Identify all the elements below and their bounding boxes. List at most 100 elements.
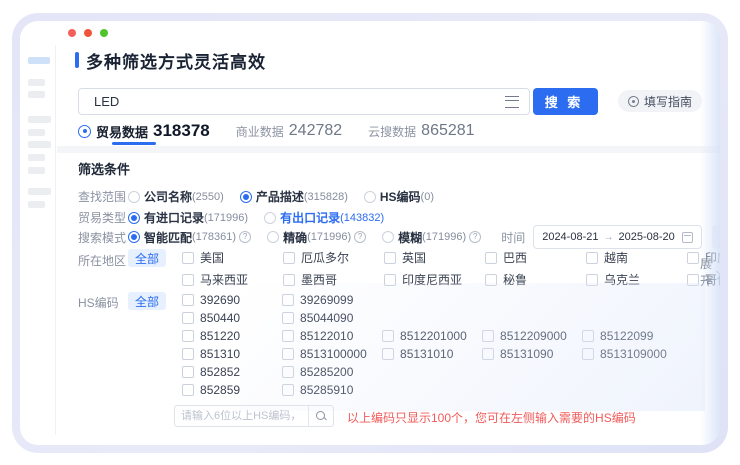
option-label: 有进口记录 bbox=[144, 209, 204, 226]
sidebar-skeleton-bar bbox=[28, 91, 45, 98]
checkbox-label: 851220 bbox=[200, 329, 240, 343]
window-frame: 多种筛选方式灵活高效 搜 索 填写指南 贸易数据 318378 商业数据 242… bbox=[12, 13, 728, 453]
radio-icon[interactable] bbox=[267, 231, 279, 243]
radio-option[interactable]: 精确 (171996) bbox=[267, 229, 366, 246]
filter-lines-icon[interactable] bbox=[505, 96, 519, 108]
traffic-light-red-icon[interactable] bbox=[68, 29, 76, 37]
fill-guide-button[interactable]: 填写指南 bbox=[618, 90, 702, 112]
option-count: (171996) bbox=[204, 212, 248, 224]
hs-all-chip[interactable]: 全部 bbox=[128, 292, 166, 310]
checkbox-icon[interactable] bbox=[384, 252, 396, 264]
option-label: 模糊 bbox=[398, 229, 422, 246]
search-magnifier-icon bbox=[316, 411, 325, 420]
calendar-icon[interactable] bbox=[682, 232, 693, 243]
checkbox-icon[interactable] bbox=[182, 312, 194, 324]
option-count: (0) bbox=[421, 191, 434, 203]
checkbox-icon[interactable] bbox=[182, 294, 194, 306]
sidebar-skeleton-bar bbox=[28, 167, 45, 174]
page-title: 多种筛选方式灵活高效 bbox=[86, 48, 266, 73]
tab[interactable]: 商业数据 242782 bbox=[236, 122, 342, 140]
checkbox-icon[interactable] bbox=[182, 252, 194, 264]
region-all-chip[interactable]: 全部 bbox=[128, 249, 166, 267]
tab[interactable]: 贸易数据 318378 bbox=[78, 121, 210, 141]
title-accent-bar bbox=[75, 52, 79, 68]
checkbox-label: 厄瓜多尔 bbox=[301, 249, 349, 266]
filter-row-trade-type: 贸易类型 有进口记录 (171996) 有出口记录 (143832) bbox=[78, 209, 704, 226]
radio-option[interactable]: 有出口记录 (143832) bbox=[264, 209, 384, 226]
region-checkbox[interactable]: 厄瓜多尔 bbox=[283, 249, 384, 266]
background-gradient bbox=[240, 283, 705, 411]
radio-option[interactable]: 公司名称 (2550) bbox=[128, 188, 224, 205]
checkbox-label: 851310 bbox=[200, 347, 240, 361]
region-row: 美国 厄瓜多尔 英国 巴西 bbox=[182, 249, 720, 266]
tab-count: 242782 bbox=[289, 122, 342, 140]
radio-icon[interactable] bbox=[128, 191, 140, 203]
option-label: 公司名称 bbox=[144, 188, 192, 205]
active-tab-underline bbox=[112, 142, 156, 145]
region-checkbox[interactable]: 美国 bbox=[182, 249, 283, 266]
tab-count: 865281 bbox=[421, 122, 474, 140]
checkbox-label: 越南 bbox=[604, 249, 628, 266]
sidebar-skeleton-bar bbox=[28, 154, 45, 161]
info-icon bbox=[354, 231, 366, 243]
checkbox-label: 852859 bbox=[200, 383, 240, 397]
hs-limit-note: 以上编码只显示100个，您可在左侧输入需要的HS编码 bbox=[347, 409, 636, 426]
info-icon bbox=[239, 231, 251, 243]
target-icon bbox=[78, 125, 91, 138]
traffic-light-orange-icon[interactable] bbox=[84, 29, 92, 37]
checkbox-icon[interactable] bbox=[283, 252, 295, 264]
app-window: 多种筛选方式灵活高效 搜 索 填写指南 贸易数据 318378 商业数据 242… bbox=[20, 21, 720, 445]
row-label: HS编码 bbox=[78, 292, 128, 311]
radio-option[interactable]: 模糊 (171996) bbox=[382, 229, 481, 246]
tab-label: 商业数据 bbox=[236, 123, 284, 140]
radio-icon[interactable] bbox=[128, 231, 140, 243]
filter-section-title: 筛选条件 bbox=[78, 159, 130, 178]
radio-icon[interactable] bbox=[364, 191, 376, 203]
checkbox-icon[interactable] bbox=[182, 366, 194, 378]
radio-icon[interactable] bbox=[264, 212, 276, 224]
option-count: (315828) bbox=[304, 191, 348, 203]
checkbox-icon[interactable] bbox=[485, 252, 497, 264]
checkbox-label: 英国 bbox=[402, 249, 426, 266]
info-icon bbox=[469, 231, 481, 243]
region-checkbox[interactable]: 越南 bbox=[586, 249, 687, 266]
checkbox-icon[interactable] bbox=[687, 252, 699, 264]
option-label: 产品描述 bbox=[256, 188, 304, 205]
checkbox-icon[interactable] bbox=[182, 274, 194, 286]
radio-icon[interactable] bbox=[382, 231, 394, 243]
radio-option[interactable]: 有进口记录 (171996) bbox=[128, 209, 248, 226]
radio-icon[interactable] bbox=[240, 191, 252, 203]
search-mode-options: 智能匹配 (178361) 精确 (171996) 模糊 (171996) bbox=[128, 229, 497, 246]
checkbox-icon[interactable] bbox=[586, 252, 598, 264]
sidebar-skeleton-bar bbox=[28, 201, 45, 208]
region-checkbox[interactable]: 巴西 bbox=[485, 249, 586, 266]
radio-option[interactable]: HS编码 (0) bbox=[364, 188, 434, 205]
search-box bbox=[78, 88, 530, 115]
radio-option[interactable]: 智能匹配 (178361) bbox=[128, 229, 251, 246]
option-count: (143832) bbox=[340, 212, 384, 224]
date-end: 2025-08-20 bbox=[618, 231, 674, 243]
checkbox-icon[interactable] bbox=[182, 330, 194, 342]
region-checkbox[interactable]: 英国 bbox=[384, 249, 485, 266]
scope-options: 公司名称 (2550) 产品描述 (315828) HS编码 (0) bbox=[128, 188, 450, 205]
checkbox-icon[interactable] bbox=[182, 348, 194, 360]
tab-count: 318378 bbox=[153, 121, 210, 141]
tab[interactable]: 云搜数据 865281 bbox=[368, 122, 474, 140]
radio-option[interactable]: 产品描述 (315828) bbox=[240, 188, 348, 205]
sidebar-skeleton-bar bbox=[28, 79, 45, 86]
search-input[interactable] bbox=[92, 93, 497, 110]
sidebar-skeleton-bar bbox=[28, 141, 51, 148]
checkbox-label: 852852 bbox=[200, 365, 240, 379]
search-button[interactable]: 搜 索 bbox=[533, 88, 598, 115]
fill-guide-label: 填写指南 bbox=[644, 93, 692, 110]
hs-code-input[interactable] bbox=[175, 410, 308, 422]
sidebar-skeleton-bar bbox=[28, 116, 51, 123]
guide-circle-icon bbox=[628, 96, 639, 107]
row-label: 查找范围 bbox=[78, 188, 128, 205]
date-range-picker[interactable]: 2024-08-21 → 2025-08-20 bbox=[533, 225, 702, 249]
filter-row-scope: 查找范围 公司名称 (2550) 产品描述 (315828) bbox=[78, 188, 704, 205]
traffic-light-green-icon[interactable] bbox=[100, 29, 108, 37]
date-arrow-icon: → bbox=[603, 232, 613, 243]
checkbox-icon[interactable] bbox=[182, 384, 194, 396]
radio-icon[interactable] bbox=[128, 212, 140, 224]
